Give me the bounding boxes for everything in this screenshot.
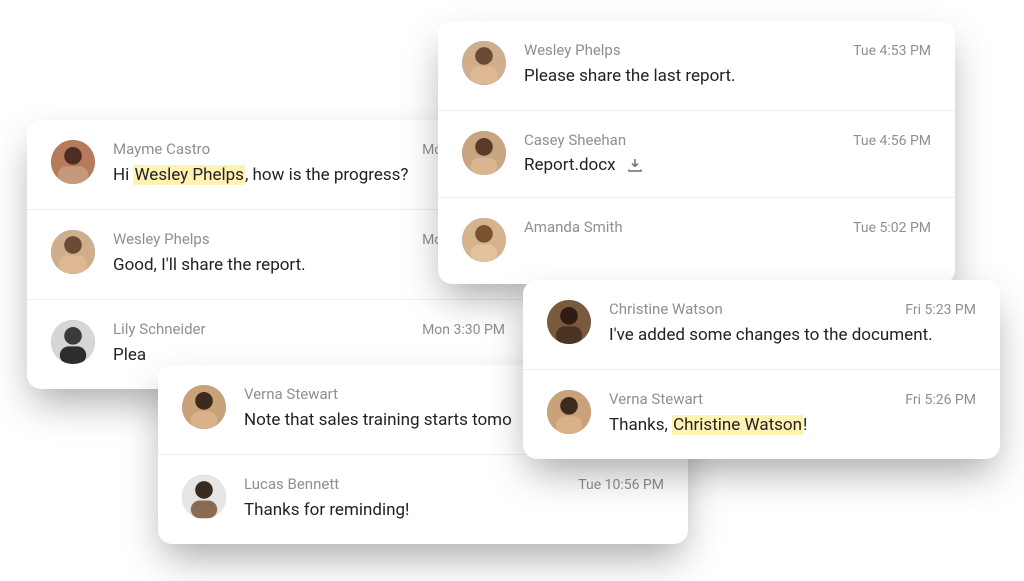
message-author: Wesley Phelps	[524, 41, 621, 59]
message-time: Tue 10:56 PM	[578, 477, 664, 493]
mention[interactable]: Wesley Phelps	[133, 165, 244, 185]
message-author: Christine Watson	[609, 300, 723, 318]
message-time: Tue 4:53 PM	[853, 43, 931, 59]
message-text: Plea	[113, 344, 505, 367]
avatar	[51, 230, 95, 274]
message-text: I've added some changes to the document.	[609, 324, 976, 347]
avatar	[547, 300, 591, 344]
message-time: Tue 4:56 PM	[853, 133, 931, 149]
message-text: Please share the last report.	[524, 65, 931, 88]
message-item[interactable]: Lucas Bennett Tue 10:56 PM Thanks for re…	[158, 454, 688, 544]
mention[interactable]: Christine Watson	[672, 415, 803, 435]
avatar	[547, 390, 591, 434]
message-item[interactable]: Wesley Phelps Tue 4:53 PM Please share t…	[438, 21, 955, 110]
conversation-cards-stage: Mayme Castro Mon 3:16 PM Hi Wesley Phelp…	[0, 0, 1024, 581]
message-author: Wesley Phelps	[113, 230, 210, 248]
message-item[interactable]: Casey Sheehan Tue 4:56 PM Report.docx	[438, 110, 955, 197]
message-author: Verna Stewart	[609, 390, 703, 408]
message-time: Fri 5:23 PM	[905, 302, 976, 318]
avatar	[462, 41, 506, 85]
message-text: Thanks for reminding!	[244, 499, 664, 522]
message-item[interactable]: Amanda Smith Tue 5:02 PM	[438, 197, 955, 284]
avatar	[51, 320, 95, 364]
message-author: Lily Schneider	[113, 320, 206, 338]
message-time: Tue 5:02 PM	[853, 220, 931, 236]
avatar	[182, 475, 226, 519]
download-icon[interactable]	[626, 156, 644, 174]
conversation-card: Wesley Phelps Tue 4:53 PM Please share t…	[438, 21, 955, 284]
message-author: Casey Sheehan	[524, 131, 626, 149]
file-name: Report.docx	[524, 155, 616, 175]
conversation-card: Christine Watson Fri 5:23 PM I've added …	[523, 280, 1000, 459]
message-text: Thanks, Christine Watson!	[609, 414, 976, 437]
message-time: Fri 5:26 PM	[905, 392, 976, 408]
message-author: Mayme Castro	[113, 140, 210, 158]
message-author: Verna Stewart	[244, 385, 338, 403]
message-item[interactable]: Verna Stewart Fri 5:26 PM Thanks, Christ…	[523, 369, 1000, 459]
message-author: Lucas Bennett	[244, 475, 339, 493]
message-time: Mon 3:30 PM	[422, 322, 505, 338]
avatar	[182, 385, 226, 429]
avatar	[462, 218, 506, 262]
avatar	[462, 131, 506, 175]
message-author: Amanda Smith	[524, 218, 623, 236]
message-file-attachment[interactable]: Report.docx	[524, 155, 931, 175]
message-item[interactable]: Christine Watson Fri 5:23 PM I've added …	[523, 280, 1000, 369]
avatar	[51, 140, 95, 184]
